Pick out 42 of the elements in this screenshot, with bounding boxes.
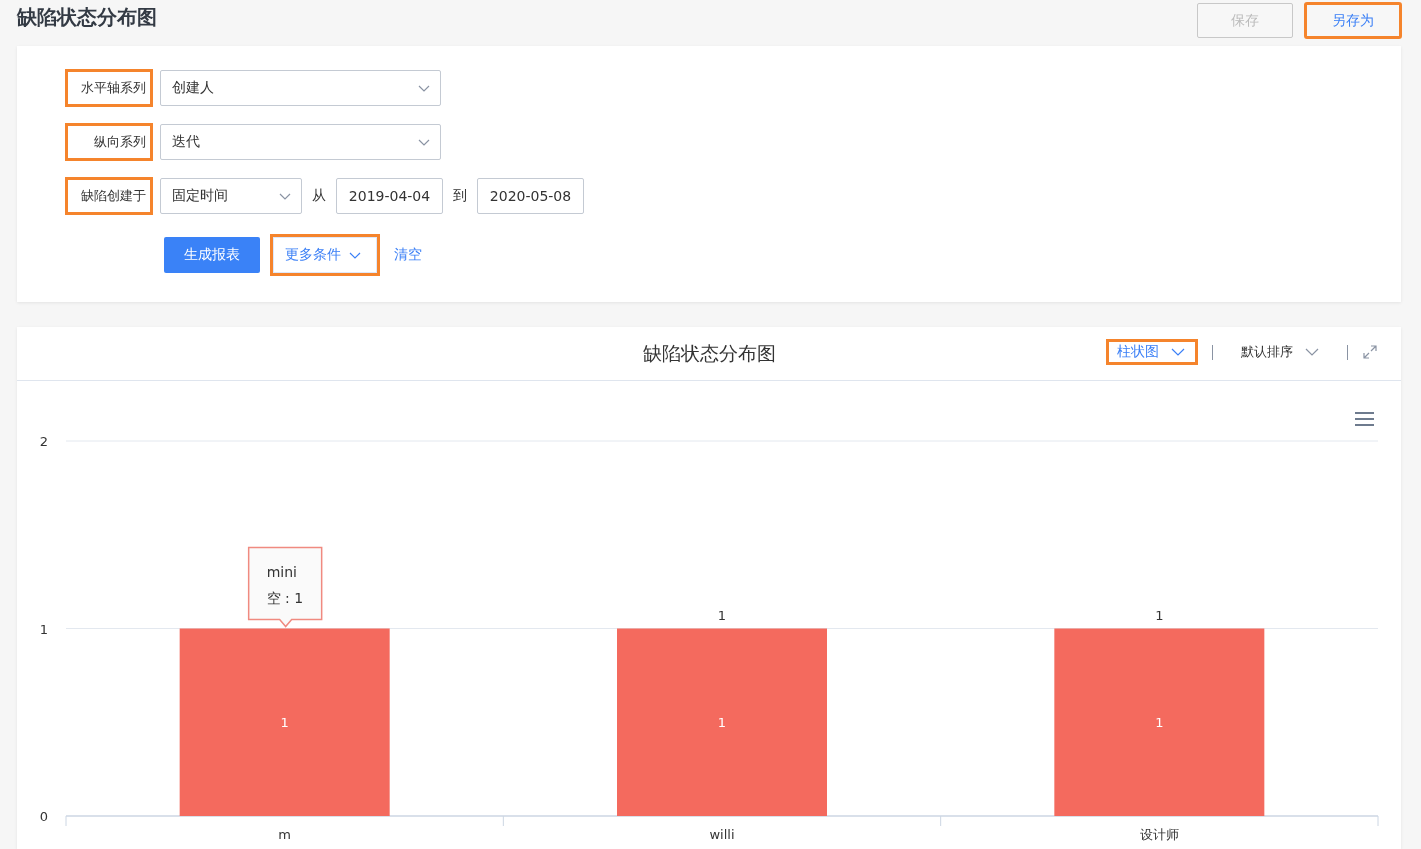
filter-label: 水平轴系列 (65, 69, 153, 107)
expand-icon[interactable] (1362, 344, 1378, 360)
bar[interactable] (617, 628, 827, 816)
x-axis-label: willi (709, 827, 735, 842)
chevron-down-icon (1171, 348, 1185, 356)
chart-title: 缺陷状态分布图 (642, 340, 776, 366)
bar[interactable] (179, 628, 390, 816)
select-field[interactable]: 迭代 (160, 124, 441, 160)
x-axis-label: 设计师 (1139, 827, 1179, 842)
chevron-down-icon (349, 251, 361, 259)
bar[interactable] (1054, 628, 1265, 816)
y-axis-label: 1 (39, 621, 48, 637)
bar-total-label: 1 (1155, 607, 1164, 623)
header-button[interactable]: 另存为 (1305, 3, 1401, 38)
chevron-down-icon (279, 192, 291, 200)
page-title: 缺陷状态分布图 (17, 4, 157, 31)
x-axis-label: m (278, 827, 291, 842)
filter-label: 纵向系列 (65, 123, 153, 161)
select-field[interactable]: 创建人 (160, 70, 441, 106)
bar-value-label: 1 (1155, 715, 1164, 731)
filter-label: 缺陷创建于 (65, 177, 153, 215)
clear-link[interactable]: 清空 (394, 246, 422, 264)
chart-type-dropdown[interactable]: 柱状图 (1106, 339, 1198, 365)
menu-icon[interactable] (1355, 412, 1374, 426)
more-conditions-button[interactable]: 更多条件 (270, 234, 380, 276)
bar-value-label: 1 (280, 715, 289, 731)
sort-dropdown[interactable]: 默认排序 (1241, 343, 1319, 361)
tooltip-value: 空 : 1 (266, 589, 304, 606)
select-field[interactable]: 固定时间 (160, 178, 302, 214)
chevron-down-icon (1305, 348, 1319, 356)
to-label: 到 (453, 187, 467, 205)
bar-total-label: 1 (717, 607, 727, 623)
generate-button[interactable]: 生成报表 (164, 237, 260, 273)
chevron-down-icon (418, 138, 430, 146)
chevron-down-icon (418, 84, 430, 92)
y-axis-label: 0 (39, 809, 48, 824)
date-field[interactable]: 2020-05-08 (477, 178, 584, 214)
date-field[interactable]: 2019-04-04 (336, 178, 443, 214)
bar-value-label: 1 (717, 715, 727, 731)
tooltip-title: mini (266, 563, 297, 580)
y-axis-label: 2 (39, 434, 48, 449)
from-label: 从 (312, 187, 326, 205)
